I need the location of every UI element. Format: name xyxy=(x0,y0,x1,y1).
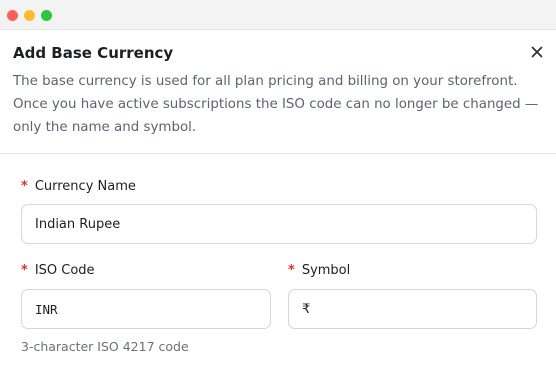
iso-code-label-text: ISO Code xyxy=(34,263,95,278)
window-minimize-button[interactable] xyxy=(24,10,35,21)
symbol-input[interactable] xyxy=(288,289,537,329)
currency-name-label: * Currency Name xyxy=(21,179,136,194)
close-icon xyxy=(531,46,543,58)
currency-name-label-text: Currency Name xyxy=(34,179,136,194)
dialog-description: The base currency is used for all plan p… xyxy=(13,74,539,135)
required-marker: * xyxy=(288,263,295,278)
required-marker: * xyxy=(21,263,28,278)
window-zoom-button[interactable] xyxy=(41,10,52,21)
dialog-title: Add Base Currency xyxy=(13,44,174,62)
divider xyxy=(0,153,556,154)
symbol-label: * Symbol xyxy=(288,263,350,278)
currency-name-input[interactable] xyxy=(21,204,537,244)
window-close-button[interactable] xyxy=(7,10,18,21)
required-marker: * xyxy=(21,179,28,194)
symbol-label-text: Symbol xyxy=(301,263,351,278)
window-titlebar xyxy=(0,0,556,30)
iso-code-hint: 3-character ISO 4217 code xyxy=(21,339,189,354)
iso-code-label: * ISO Code xyxy=(21,263,95,278)
iso-code-input[interactable] xyxy=(21,289,271,329)
close-button[interactable] xyxy=(528,43,546,61)
